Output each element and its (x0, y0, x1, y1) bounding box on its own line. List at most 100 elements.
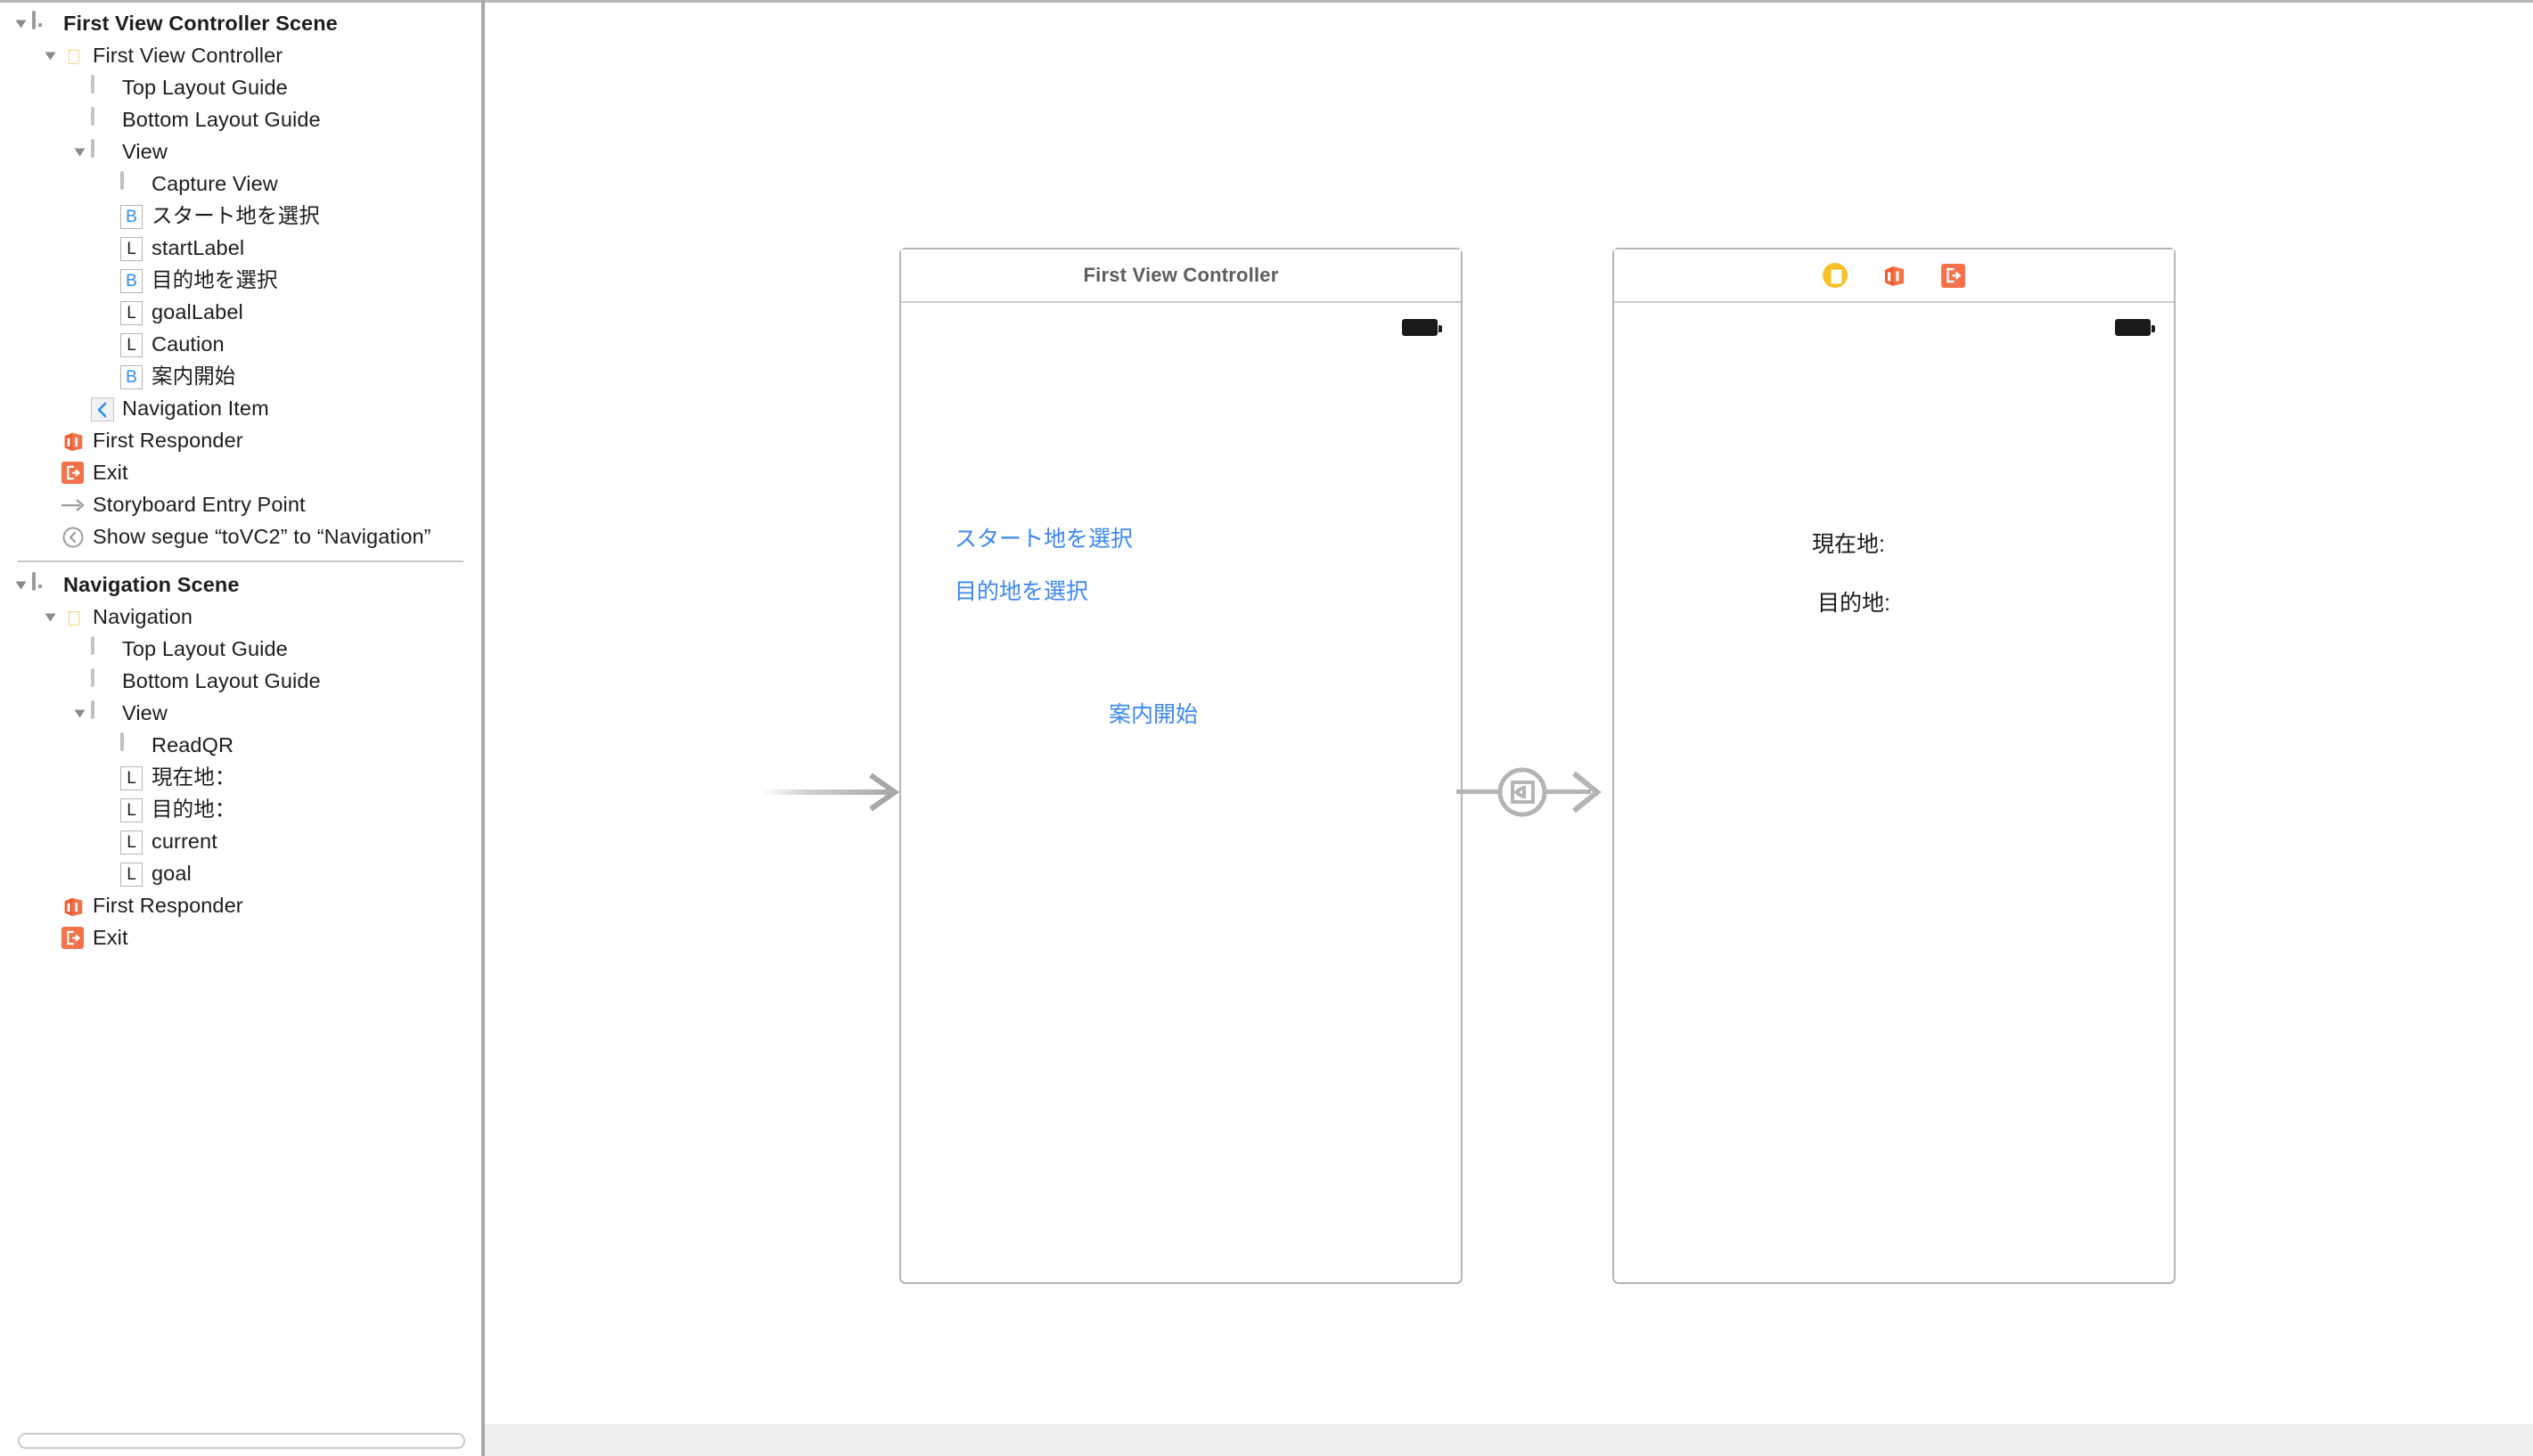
outline-row-label: First View Controller (93, 44, 283, 68)
label-icon: L (120, 798, 143, 822)
outline-row[interactable]: Navigation Scene (0, 569, 481, 601)
disclosure-triangle-expanded[interactable] (9, 8, 32, 40)
outline-row[interactable]: Capture View (0, 168, 481, 200)
scene-label: 目的地: (1817, 591, 1890, 616)
outline-row[interactable]: Top Layout Guide (0, 72, 481, 104)
first-view-controller-scene-frame[interactable]: First View Controller スタート地を選択 目的地を選択 案内開始 (899, 248, 1463, 1284)
disclosure-triangle-expanded[interactable] (68, 136, 91, 168)
outline-row-label: View (122, 140, 168, 164)
outline-row-label: Navigation Item (122, 397, 269, 421)
document-outline-panel[interactable]: First View Controller Scene First View Co… (0, 3, 481, 1456)
first-responder-icon[interactable] (1881, 262, 1907, 289)
outline-row[interactable]: Navigation Item (0, 393, 481, 425)
outline-row-label: Top Layout Guide (122, 76, 288, 100)
outline-row[interactable]: Bottom Layout Guide (0, 104, 481, 136)
outline-row[interactable]: B スタート地を選択 (0, 200, 481, 233)
outline-row[interactable]: Show segue “toVC2” to “Navigation” (0, 521, 481, 553)
outline-row-label: 目的地： (152, 798, 236, 822)
outline-row[interactable]: B 案内開始 (0, 361, 481, 393)
outline-row-label: Bottom Layout Guide (122, 669, 321, 693)
disclosure-triangle-expanded[interactable] (68, 698, 91, 730)
top-layout-guide-icon (91, 636, 114, 661)
outline-row-label: Show segue “toVC2” to “Navigation” (93, 525, 431, 549)
label-icon: L (120, 863, 143, 887)
outline-row[interactable]: View (0, 698, 481, 730)
outline-row[interactable]: First View Controller Scene (0, 8, 481, 40)
outline-row[interactable]: L 現在地： (0, 762, 481, 794)
outline-row[interactable]: Exit (0, 922, 481, 954)
outline-row-label: Caution (152, 332, 225, 356)
sidebar-horizontal-scrollbar[interactable] (18, 1433, 465, 1449)
outline-row-label: Bottom Layout Guide (122, 108, 321, 132)
label-icon: L (120, 830, 143, 855)
scene-button[interactable]: スタート地を選択 (955, 528, 1133, 551)
outline-row-label: Navigation Scene (63, 573, 240, 597)
view-icon (91, 139, 114, 164)
outline-row-label: Storyboard Entry Point (93, 493, 306, 517)
outline-row[interactable]: First View Controller (0, 40, 481, 72)
scene-button[interactable]: 案内開始 (1109, 704, 1198, 726)
disclosure-triangle-expanded[interactable] (38, 40, 61, 72)
outline-row[interactable]: B 目的地を選択 (0, 265, 481, 297)
navigation-scene-frame[interactable]: 現在地: 目的地: (1612, 248, 2176, 1284)
button-icon: B (120, 205, 143, 229)
disclosure-triangle-expanded[interactable] (9, 569, 32, 601)
scene-label: 現在地: (1812, 532, 1885, 557)
outline-row[interactable]: LgoalLabel (0, 297, 481, 329)
top-layout-guide-icon (91, 75, 114, 100)
outline-row[interactable]: First Responder (0, 425, 481, 457)
first-responder-icon (61, 895, 85, 918)
storyboard-canvas[interactable]: First View Controller スタート地を選択 目的地を選択 案内開始 (485, 3, 2533, 1456)
outline-row[interactable]: LstartLabel (0, 233, 481, 265)
scene-icon (32, 11, 55, 36)
outline-row[interactable]: Navigation (0, 601, 481, 634)
outline-row-label: Navigation (93, 605, 193, 629)
disclosure-triangle-expanded[interactable] (38, 601, 61, 634)
button-icon: B (120, 269, 143, 293)
view-controller-icon (61, 606, 85, 629)
label-icon: L (120, 301, 143, 325)
view-icon (120, 732, 143, 757)
view-icon (91, 700, 114, 725)
scene2-dock-bar[interactable] (1614, 249, 2174, 303)
scene-button[interactable]: 目的地を選択 (955, 581, 1088, 603)
outline-tree[interactable]: First View Controller Scene First View Co… (0, 3, 481, 954)
outline-row[interactable]: Lcurrent (0, 826, 481, 858)
button-icon: B (120, 365, 143, 389)
outline-row[interactable]: Top Layout Guide (0, 634, 481, 666)
outline-row-label: goalLabel (152, 300, 243, 324)
outline-row[interactable]: Lgoal (0, 858, 481, 890)
outline-row[interactable]: First Responder (0, 890, 481, 922)
outline-row[interactable]: View (0, 136, 481, 168)
outline-row[interactable]: Exit (0, 457, 481, 489)
show-segue-connector[interactable] (1456, 765, 1621, 820)
outline-row[interactable]: L Caution (0, 329, 481, 361)
exit-icon[interactable] (1939, 262, 1966, 289)
view-controller-icon[interactable] (1822, 262, 1849, 289)
bottom-layout-guide-icon (91, 668, 114, 693)
battery-icon (1402, 319, 1442, 336)
battery-icon (2115, 319, 2155, 336)
outline-row[interactable]: Bottom Layout Guide (0, 666, 481, 698)
outline-row[interactable]: ReadQR (0, 730, 481, 762)
storyboard-entry-point-arrow[interactable] (761, 771, 904, 815)
outline-row-label: startLabel (152, 236, 245, 260)
outline-row[interactable]: Storyboard Entry Point (0, 489, 481, 521)
outline-row[interactable]: L 目的地： (0, 794, 481, 826)
exit-icon (61, 462, 85, 485)
canvas-bottom-scroll-gutter[interactable] (485, 1424, 2533, 1456)
